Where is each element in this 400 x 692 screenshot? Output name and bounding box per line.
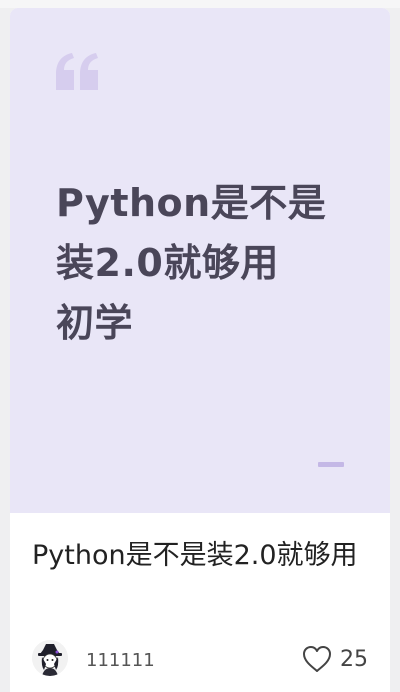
heart-outline-icon: [303, 646, 331, 672]
note-card[interactable]: Python是不是 装2.0就够用 初学 Python是不是装2.0就够用 11…: [10, 8, 390, 692]
cover-text: Python是不是 装2.0就够用 初学: [56, 173, 366, 353]
quote-mark-icon: [56, 53, 98, 90]
cover-line: 装2.0就够用: [56, 241, 279, 285]
top-strip: [0, 0, 400, 8]
avatar-image: [32, 640, 68, 676]
cover-dash: [318, 462, 344, 467]
note-title[interactable]: Python是不是装2.0就够用: [32, 534, 372, 578]
note-cover[interactable]: Python是不是 装2.0就够用 初学: [10, 8, 390, 513]
author-name[interactable]: 111111: [86, 650, 155, 671]
cover-line: 初学: [56, 301, 134, 345]
like-button[interactable]: 25: [302, 644, 368, 674]
note-footer: 111111 25: [10, 628, 390, 684]
cover-line: Python是不是: [56, 181, 327, 225]
avatar[interactable]: [32, 640, 68, 676]
like-count: 25: [340, 646, 368, 672]
